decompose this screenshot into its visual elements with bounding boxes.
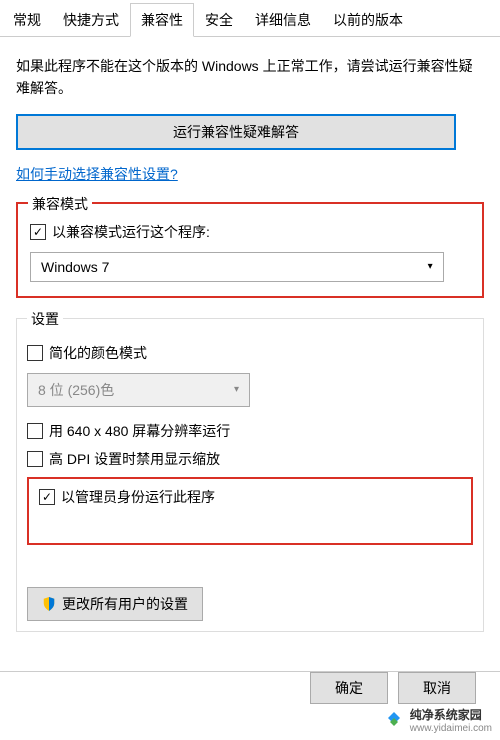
dialog-buttons: 确定 取消 <box>310 672 476 704</box>
tab-shortcut[interactable]: 快捷方式 <box>52 3 130 37</box>
run-admin-row: 以管理员身份运行此程序 <box>39 487 461 507</box>
watermark-logo-icon <box>384 710 404 730</box>
tab-general[interactable]: 常规 <box>2 3 52 37</box>
color-mode-select: 8 位 (256)色 ▾ <box>27 373 250 407</box>
compat-mode-select-value: Windows 7 <box>41 259 109 275</box>
change-all-users-label: 更改所有用户的设置 <box>62 594 188 614</box>
high-dpi-label: 高 DPI 设置时禁用显示缩放 <box>49 449 220 469</box>
ok-button[interactable]: 确定 <box>310 672 388 704</box>
tab-previous[interactable]: 以前的版本 <box>322 3 414 37</box>
settings-group: 设置 简化的颜色模式 8 位 (256)色 ▾ 用 640 x 480 屏幕分辨… <box>16 318 484 632</box>
content-area: 如果此程序不能在这个版本的 Windows 上正常工作，请尝试运行兼容性疑难解答… <box>0 37 500 642</box>
watermark-url: www.yidaimei.com <box>410 723 492 734</box>
tab-compatibility[interactable]: 兼容性 <box>130 3 194 37</box>
compat-mode-label: 以兼容模式运行这个程序: <box>52 222 210 242</box>
compat-mode-select[interactable]: Windows 7 ▾ <box>30 252 444 282</box>
run-admin-label: 以管理员身份运行此程序 <box>61 487 215 507</box>
color-mode-select-value: 8 位 (256)色 <box>38 380 114 400</box>
compat-mode-checkbox-row: 以兼容模式运行这个程序: <box>30 222 470 242</box>
watermark-name: 纯净系统家园 <box>410 706 492 723</box>
reduced-color-row: 简化的颜色模式 <box>27 343 473 363</box>
reduced-color-checkbox[interactable] <box>27 345 43 361</box>
reduced-color-label: 简化的颜色模式 <box>49 343 147 363</box>
tab-security[interactable]: 安全 <box>194 3 244 37</box>
watermark-text-block: 纯净系统家园 www.yidaimei.com <box>410 706 492 734</box>
highlight-compat-mode: 兼容模式 以兼容模式运行这个程序: Windows 7 ▾ <box>16 202 484 298</box>
tab-details[interactable]: 详细信息 <box>244 3 322 37</box>
res-640-checkbox[interactable] <box>27 423 43 439</box>
tab-bar: 常规 快捷方式 兼容性 安全 详细信息 以前的版本 <box>0 2 500 37</box>
intro-text: 如果此程序不能在这个版本的 Windows 上正常工作，请尝试运行兼容性疑难解答… <box>16 55 484 100</box>
chevron-down-icon: ▾ <box>234 384 239 395</box>
settings-title: 设置 <box>27 309 63 329</box>
change-all-users-button[interactable]: 更改所有用户的设置 <box>27 587 203 621</box>
run-admin-checkbox[interactable] <box>39 489 55 505</box>
highlight-run-admin: 以管理员身份运行此程序 <box>27 477 473 545</box>
high-dpi-row: 高 DPI 设置时禁用显示缩放 <box>27 449 473 469</box>
compat-mode-checkbox[interactable] <box>30 224 46 240</box>
watermark: 纯净系统家园 www.yidaimei.com <box>384 706 492 734</box>
cancel-button[interactable]: 取消 <box>398 672 476 704</box>
res-640-label: 用 640 x 480 屏幕分辨率运行 <box>49 421 230 441</box>
manual-settings-link[interactable]: 如何手动选择兼容性设置? <box>16 164 178 184</box>
shield-icon <box>42 597 56 611</box>
compat-mode-title: 兼容模式 <box>28 194 92 214</box>
chevron-down-icon: ▾ <box>428 261 433 272</box>
troubleshoot-button[interactable]: 运行兼容性疑难解答 <box>16 114 456 150</box>
high-dpi-checkbox[interactable] <box>27 451 43 467</box>
res-640-row: 用 640 x 480 屏幕分辨率运行 <box>27 421 473 441</box>
